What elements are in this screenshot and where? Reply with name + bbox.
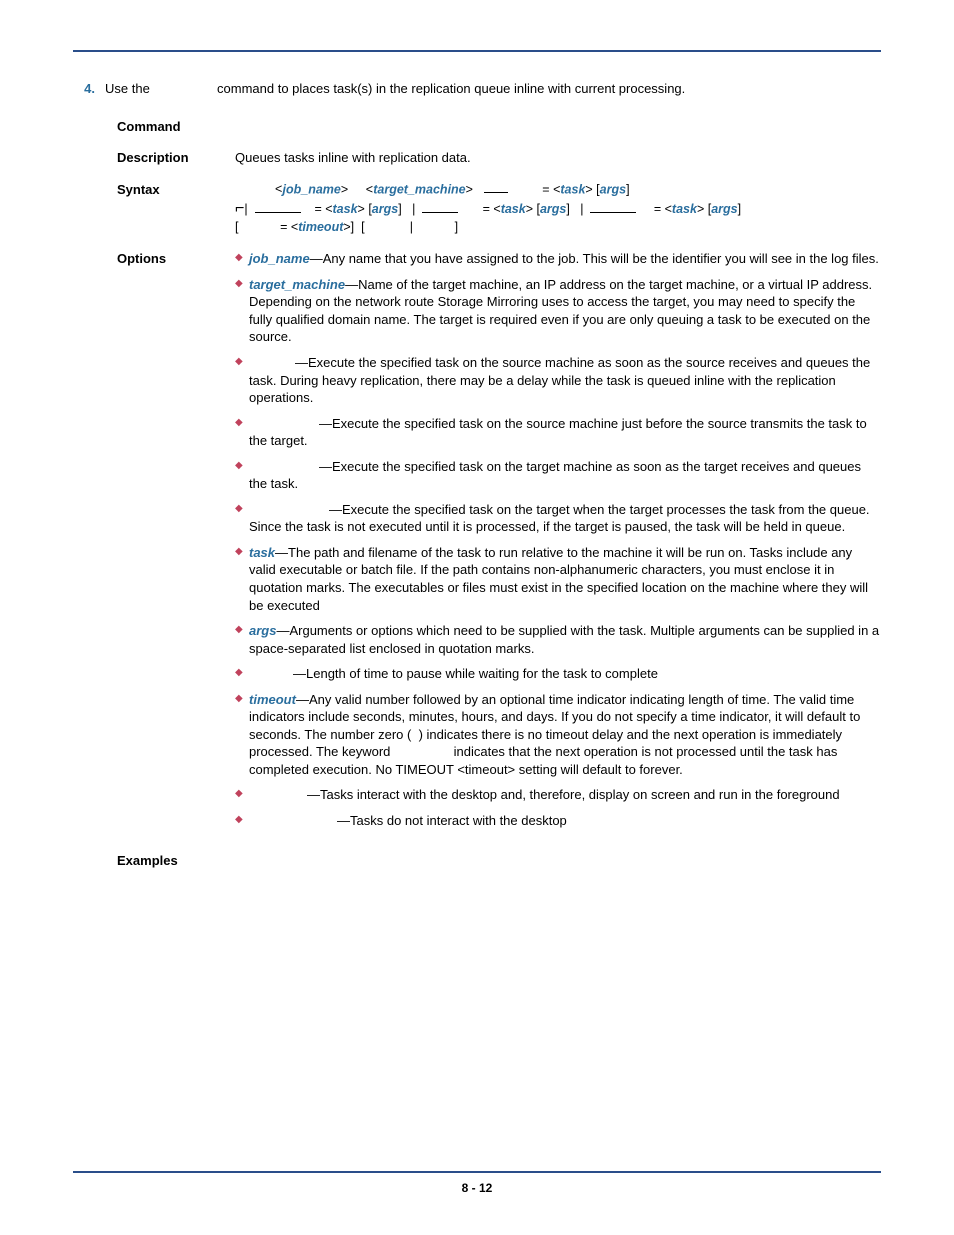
row-description: Description Queues tasks inline with rep… bbox=[117, 149, 881, 167]
value-options: job_name—Any name that you have assigned… bbox=[235, 250, 881, 837]
syntax-job-name: job_name bbox=[283, 182, 341, 196]
option-target-machine: target_machine—Name of the target machin… bbox=[235, 276, 881, 346]
option-text-onreceipt: —Execute the specified task on the targe… bbox=[249, 459, 861, 492]
top-rule bbox=[73, 50, 881, 52]
step-number: 4. bbox=[73, 80, 95, 98]
label-options: Options bbox=[117, 250, 235, 837]
option-key-args: args bbox=[249, 623, 276, 638]
option-pause: —Length of time to pause while waiting f… bbox=[235, 665, 881, 683]
option-interact-bg: —Tasks do not interact with the desktop bbox=[235, 812, 881, 830]
page-footer: 8 - 12 bbox=[73, 1165, 881, 1195]
option-text-interact-fg: —Tasks interact with the desktop and, th… bbox=[307, 787, 840, 802]
option-args: args—Arguments or options which need to … bbox=[235, 622, 881, 657]
option-onreceipt: —Execute the specified task on the targe… bbox=[235, 458, 881, 493]
option-onexecute: —Execute the specified task on the targe… bbox=[235, 501, 881, 536]
option-text-onexecute: —Execute the specified task on the targe… bbox=[249, 502, 870, 535]
option-task: task—The path and filename of the task t… bbox=[235, 544, 881, 614]
label-command: Command bbox=[117, 118, 235, 136]
option-text-pause: —Length of time to pause while waiting f… bbox=[293, 666, 658, 681]
option-timeout: timeout—Any valid number followed by an … bbox=[235, 691, 881, 779]
step-text-a: Use the bbox=[105, 81, 153, 96]
page-number: 8 - 12 bbox=[73, 1181, 881, 1195]
bottom-rule bbox=[73, 1171, 881, 1173]
syntax-task-1: task bbox=[560, 182, 585, 196]
option-job-name: job_name—Any name that you have assigned… bbox=[235, 250, 881, 268]
value-description: Queues tasks inline with replication dat… bbox=[235, 149, 881, 167]
option-key-target-machine: target_machine bbox=[249, 277, 345, 292]
syntax-target-machine: target_machine bbox=[373, 182, 465, 196]
option-text-onqueue: —Execute the specified task on the sourc… bbox=[249, 355, 870, 405]
option-text-job-name: —Any name that you have assigned to the … bbox=[310, 251, 879, 266]
option-key-timeout: timeout bbox=[249, 692, 296, 707]
label-examples: Examples bbox=[117, 852, 235, 870]
step-row: 4. Use the command to places task(s) in … bbox=[73, 80, 881, 98]
option-text-args: —Arguments or options which need to be s… bbox=[249, 623, 879, 656]
value-examples bbox=[235, 852, 881, 870]
syntax-task-2: task bbox=[333, 202, 358, 216]
syntax-args-4: args bbox=[711, 202, 737, 216]
option-text-pretransmit: —Execute the specified task on the sourc… bbox=[249, 416, 867, 449]
option-text-task: —The path and filename of the task to ru… bbox=[249, 545, 868, 613]
option-key-job-name: job_name bbox=[249, 251, 310, 266]
page-content: 4. Use the command to places task(s) in … bbox=[73, 80, 881, 869]
label-syntax: Syntax bbox=[117, 181, 235, 237]
row-syntax: Syntax <job_name> <target_machine> = <ta… bbox=[117, 181, 881, 237]
value-command bbox=[235, 118, 881, 136]
option-pretransmit: —Execute the specified task on the sourc… bbox=[235, 415, 881, 450]
syntax-args-2: args bbox=[372, 202, 398, 216]
option-key-task: task bbox=[249, 545, 275, 560]
label-description: Description bbox=[117, 149, 235, 167]
option-interact-fg: —Tasks interact with the desktop and, th… bbox=[235, 786, 881, 804]
row-examples: Examples bbox=[117, 852, 881, 870]
option-text-interact-bg: —Tasks do not interact with the desktop bbox=[337, 813, 567, 828]
row-options: Options job_name—Any name that you have … bbox=[117, 250, 881, 837]
syntax-task-3: task bbox=[501, 202, 526, 216]
row-command: Command bbox=[117, 118, 881, 136]
syntax-timeout: timeout bbox=[298, 220, 343, 234]
value-syntax: <job_name> <target_machine> = <task> [ar… bbox=[235, 181, 881, 237]
step-text-b: command to places task(s) in the replica… bbox=[213, 81, 685, 96]
syntax-task-4: task bbox=[672, 202, 697, 216]
option-onqueue: —Execute the specified task on the sourc… bbox=[235, 354, 881, 407]
syntax-args-1: args bbox=[600, 182, 626, 196]
step-text: Use the command to places task(s) in the… bbox=[105, 80, 881, 98]
syntax-args-3: args bbox=[540, 202, 566, 216]
